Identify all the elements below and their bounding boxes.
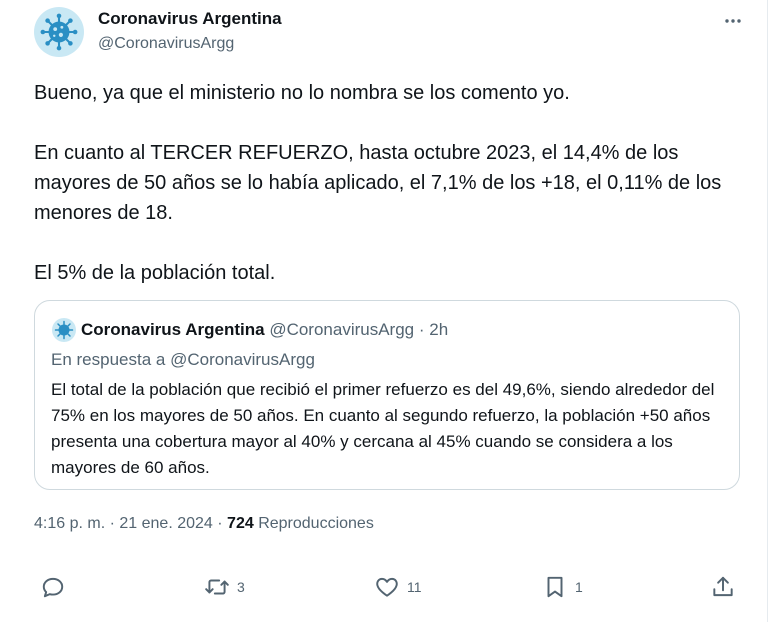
- quoted-separator: ·: [418, 320, 425, 339]
- reply-handle: @CoronavirusArgg: [170, 350, 315, 369]
- action-bar: 3 11 1: [0, 570, 768, 604]
- more-dots-icon: [725, 19, 741, 23]
- tweet-meta: 4:16 p. m. · 21 ene. 2024 · 724 Reproduc…: [34, 515, 374, 533]
- retweet-count: 3: [237, 579, 245, 595]
- reply-button[interactable]: [40, 570, 73, 604]
- quoted-time: 2h: [429, 320, 449, 339]
- virus-icon: [54, 320, 74, 340]
- tweet-paragraph: El 5% de la población total.: [34, 262, 276, 284]
- quoted-reply-context: En respuesta a @CoronavirusArgg: [51, 350, 315, 370]
- tweet-paragraph: En cuanto al TERCER REFUERZO, hasta octu…: [34, 142, 722, 224]
- tweet-time[interactable]: 4:16 p. m.: [34, 515, 105, 532]
- retweet-button[interactable]: 3: [204, 570, 245, 604]
- virus-icon: [40, 13, 78, 51]
- quoted-author-avatar: [52, 318, 76, 342]
- quoted-text: El total de la población que recibió el …: [51, 380, 715, 477]
- more-options-button[interactable]: [720, 8, 746, 34]
- quoted-header: Coronavirus Argentina @CoronavirusArgg ·…: [81, 320, 448, 340]
- quoted-tweet-card[interactable]: Coronavirus Argentina @CoronavirusArgg ·…: [34, 300, 740, 490]
- quoted-author-handle: @CoronavirusArgg: [269, 320, 415, 339]
- bookmark-button[interactable]: 1: [542, 570, 583, 604]
- like-count: 11: [407, 579, 422, 595]
- bookmark-icon: [547, 576, 563, 598]
- author-name[interactable]: Coronavirus Argentina: [98, 9, 282, 29]
- retweet-icon: [205, 579, 229, 595]
- share-button[interactable]: [710, 570, 736, 604]
- quoted-author-name: Coronavirus Argentina: [81, 320, 265, 339]
- reply-icon: [42, 577, 64, 598]
- tweet-text: Bueno, ya que el ministerio no lo nombra…: [34, 78, 734, 288]
- heart-icon: [376, 577, 398, 597]
- meta-separator: ·: [217, 515, 223, 532]
- tweet-date[interactable]: 21 ene. 2024: [119, 515, 212, 532]
- tweet-paragraph: Bueno, ya que el ministerio no lo nombra…: [34, 82, 570, 104]
- views-label: Reproducciones: [258, 515, 374, 532]
- meta-separator: ·: [109, 515, 115, 532]
- bookmark-count: 1: [575, 579, 583, 595]
- reply-prefix: En respuesta a: [51, 350, 166, 369]
- like-button[interactable]: 11: [374, 570, 422, 604]
- share-icon: [713, 576, 733, 597]
- author-avatar[interactable]: [34, 7, 84, 57]
- author-handle[interactable]: @CoronavirusArgg: [98, 35, 234, 53]
- views-count: 724: [227, 515, 254, 532]
